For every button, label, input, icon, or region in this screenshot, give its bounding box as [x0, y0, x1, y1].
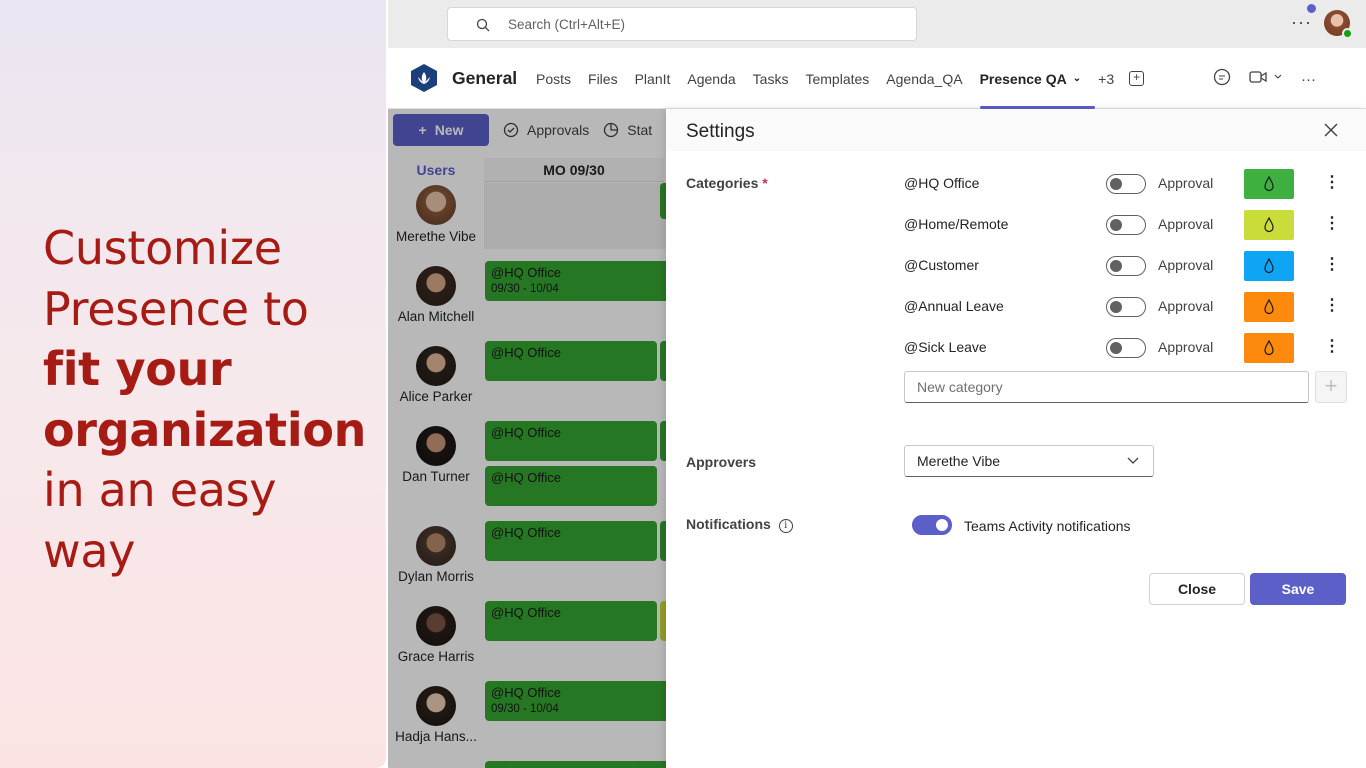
category-row: @Home/Remote Approval ⋮ — [904, 210, 1344, 240]
color-swatch[interactable] — [1244, 333, 1294, 363]
more-vertical-icon[interactable]: ⋮ — [1324, 214, 1340, 234]
channel-tabs: Posts Files PlanIt Agenda Tasks Template… — [536, 48, 1145, 109]
chevron-down-icon — [1127, 457, 1139, 464]
tab-planit[interactable]: PlanIt — [635, 48, 671, 109]
notifications-toggle[interactable] — [912, 515, 952, 535]
header-actions: ··· — [1213, 68, 1316, 90]
search-icon — [476, 18, 490, 32]
more-options-icon[interactable]: ··· — [1301, 71, 1316, 88]
more-vertical-icon[interactable]: ⋮ — [1324, 337, 1340, 357]
close-button[interactable]: Close — [1149, 573, 1245, 605]
approval-label: Approval — [1158, 175, 1214, 191]
approval-label: Approval — [1158, 339, 1214, 355]
channel-header: General Posts Files PlanIt Agenda Tasks … — [388, 48, 1366, 109]
category-name[interactable]: @Annual Leave — [904, 298, 1004, 314]
promo-line-6: way — [43, 523, 136, 578]
info-icon[interactable]: i — [778, 519, 793, 533]
approvers-dropdown[interactable]: Merethe Vibe — [904, 445, 1154, 477]
required-mark: * — [762, 175, 768, 191]
more-vertical-icon[interactable]: ⋮ — [1324, 173, 1340, 193]
notification-dot — [1307, 4, 1316, 13]
color-drop-icon — [1264, 299, 1274, 315]
notifications-label: Notifications i — [686, 516, 793, 533]
more-vertical-icon[interactable]: ⋮ — [1324, 255, 1340, 275]
tab-agenda-qa[interactable]: Agenda_QA — [886, 48, 962, 109]
tab-tasks[interactable]: Tasks — [753, 48, 789, 109]
new-category-input[interactable]: New category — [904, 371, 1309, 403]
categories-label-text: Categories — [686, 175, 759, 191]
add-category-button[interactable]: + — [1315, 371, 1347, 403]
presence-status-icon — [1342, 28, 1353, 39]
approval-toggle[interactable] — [1106, 174, 1146, 194]
color-swatch[interactable] — [1244, 251, 1294, 281]
approval-label: Approval — [1158, 298, 1214, 314]
approvers-value: Merethe Vibe — [917, 453, 1001, 469]
search-placeholder: Search (Ctrl+Alt+E) — [508, 16, 626, 32]
add-tab-icon[interactable]: + — [1129, 71, 1145, 86]
category-row: @Sick Leave Approval ⋮ — [904, 333, 1344, 363]
notifications-label-text: Notifications — [686, 516, 771, 532]
tab-templates[interactable]: Templates — [805, 48, 869, 109]
category-row: @HQ Office Approval ⋮ — [904, 169, 1344, 199]
settings-header: Settings — [666, 109, 1366, 151]
more-vertical-icon[interactable]: ⋮ — [1324, 296, 1340, 316]
promo-headline: Customize Presence to fit your organizat… — [43, 218, 366, 581]
meet-video-icon[interactable] — [1249, 70, 1283, 88]
promo-line-4: organization — [43, 402, 367, 457]
chevron-down-icon: ⌄ — [1072, 73, 1082, 84]
color-drop-icon — [1264, 217, 1274, 233]
channel-name: General — [452, 68, 518, 88]
tab-presence-qa-label: Presence QA — [979, 70, 1067, 87]
approval-toggle[interactable] — [1106, 215, 1146, 235]
settings-title: Settings — [686, 121, 755, 142]
tab-overflow[interactable]: +3 — [1098, 48, 1114, 109]
categories-label: Categories * — [686, 175, 768, 191]
color-swatch[interactable] — [1244, 292, 1294, 322]
promo-line-2: Presence to — [43, 281, 309, 336]
color-drop-icon — [1264, 340, 1274, 356]
category-name[interactable]: @Sick Leave — [904, 339, 987, 355]
category-row: @Annual Leave Approval ⋮ — [904, 292, 1344, 322]
approval-label: Approval — [1158, 257, 1214, 273]
promo-line-3: fit your — [43, 342, 232, 396]
settings-panel: Settings Categories * @HQ Office Approva… — [666, 109, 1366, 768]
modal-overlay[interactable] — [388, 109, 666, 768]
promo-line-5: in an easy — [43, 463, 277, 517]
more-options-icon[interactable]: ··· — [1291, 12, 1312, 33]
color-drop-icon — [1264, 258, 1274, 274]
promo-panel: Customize Presence to fit your organizat… — [0, 0, 386, 768]
tab-agenda[interactable]: Agenda — [687, 48, 735, 109]
approvers-label: Approvers — [686, 454, 757, 470]
color-swatch[interactable] — [1244, 169, 1294, 199]
approval-toggle[interactable] — [1106, 256, 1146, 276]
category-name[interactable]: @Home/Remote — [904, 216, 1008, 232]
category-name[interactable]: @HQ Office — [904, 175, 979, 191]
close-icon[interactable] — [1322, 121, 1340, 139]
top-bar: Search (Ctrl+Alt+E) ··· — [388, 0, 1366, 48]
tab-files[interactable]: Files — [588, 48, 618, 109]
teams-window: Search (Ctrl+Alt+E) ··· General Posts Fi… — [388, 0, 1366, 768]
color-drop-icon — [1264, 176, 1274, 192]
tab-posts[interactable]: Posts — [536, 48, 571, 109]
category-row: @Customer Approval ⋮ — [904, 251, 1344, 281]
color-swatch[interactable] — [1244, 210, 1294, 240]
save-button[interactable]: Save — [1250, 573, 1346, 605]
promo-line-1: Customize — [43, 221, 282, 275]
team-logo-icon — [411, 64, 437, 92]
approval-label: Approval — [1158, 216, 1214, 232]
notifications-text: Teams Activity notifications — [964, 518, 1131, 534]
tab-presence-qa[interactable]: Presence QA ⌄ — [979, 48, 1095, 109]
approval-toggle[interactable] — [1106, 338, 1146, 358]
category-name[interactable]: @Customer — [904, 257, 979, 273]
approval-toggle[interactable] — [1106, 297, 1146, 317]
search-box[interactable]: Search (Ctrl+Alt+E) — [447, 7, 917, 41]
chat-icon[interactable] — [1213, 68, 1231, 90]
